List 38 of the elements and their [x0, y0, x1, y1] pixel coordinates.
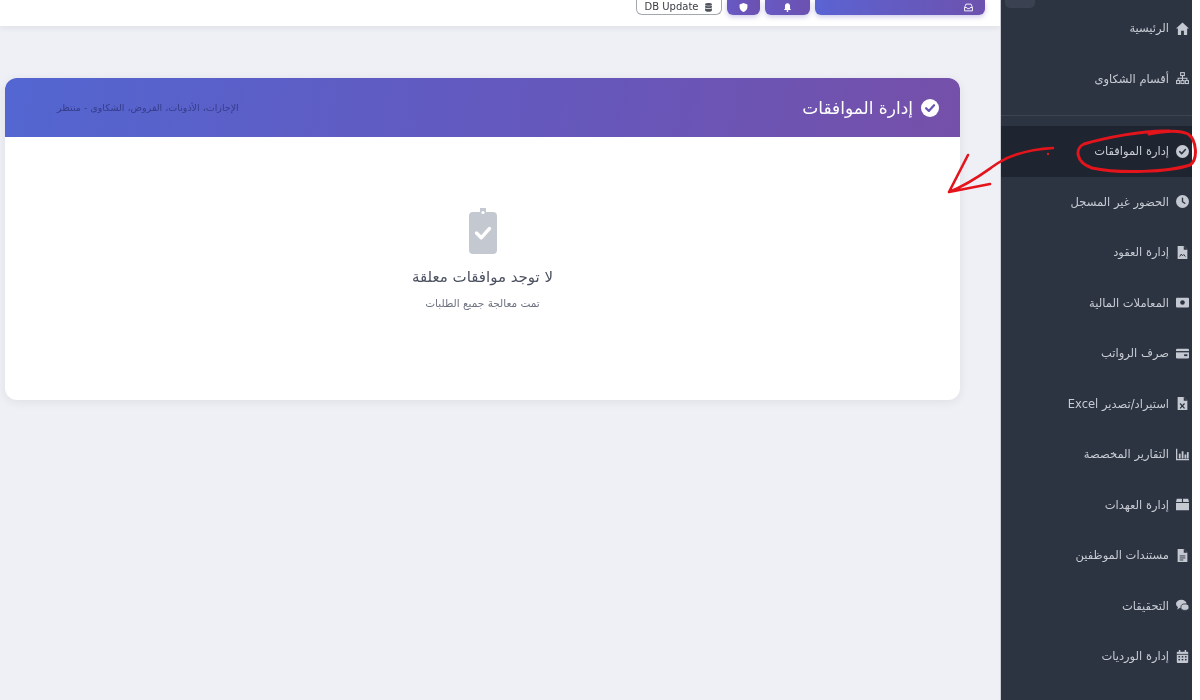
sidebar-item[interactable]: مستندات الموظفين	[1001, 530, 1192, 581]
sidebar-item[interactable]: المعاملات المالية	[1001, 277, 1192, 328]
db-update-button[interactable]: DB Update	[636, 0, 722, 15]
sidebar-item[interactable]: التحقيقات	[1001, 580, 1192, 631]
sidebar-item[interactable]: إدارة العهدات	[1001, 479, 1192, 530]
document-icon	[1176, 245, 1189, 259]
check-circle-icon	[921, 98, 939, 117]
tray-icon	[964, 3, 973, 12]
empty-state-title: لا توجد موافقات معلقة	[411, 267, 554, 287]
shield-icon	[739, 3, 748, 12]
card-subtitle: الإجازات، الأذونات، القروض، الشكاوى - منتظر	[57, 102, 239, 113]
toolbar-button[interactable]	[765, 0, 810, 15]
sidebar-item[interactable]: استيراد/تصدير Excel	[1001, 378, 1192, 429]
spreadsheet-file-icon	[1176, 397, 1189, 411]
document-icon	[1176, 548, 1189, 562]
chat-bubbles-icon	[1176, 599, 1189, 613]
clock-icon	[1176, 195, 1189, 209]
sidebar-item[interactable]: إدارة الورديات	[1001, 631, 1192, 682]
clipboard-check-icon	[468, 208, 497, 254]
database-icon	[704, 2, 714, 12]
toolbar-button[interactable]	[727, 0, 760, 15]
sidebar-item[interactable]: التقارير المخصصة	[1001, 429, 1192, 480]
sidebar-item[interactable]: إدارة العقود	[1001, 227, 1192, 278]
sitemap-icon	[1176, 72, 1189, 86]
empty-state-message: تمت معالجة جميع الطلبات	[425, 296, 540, 311]
sidebar-item[interactable]: الحضور غير المسجل	[1001, 176, 1192, 227]
home-icon	[1176, 21, 1189, 35]
banknote-icon	[1176, 296, 1189, 310]
calendar-icon	[1176, 649, 1189, 663]
sidebar-item[interactable]: الرئيسية	[1001, 3, 1192, 54]
box-icon	[1176, 498, 1189, 512]
bar-chart-icon	[1176, 447, 1189, 461]
bell-icon	[783, 3, 792, 12]
sidebar-item[interactable]: أقسام الشكاوى	[1001, 53, 1192, 104]
card-title: إدارة الموافقات	[802, 97, 913, 118]
sidebar-item[interactable]: صرف الرواتب	[1001, 328, 1192, 379]
wallet-icon	[1176, 346, 1189, 360]
check-circle-icon	[1176, 144, 1189, 158]
